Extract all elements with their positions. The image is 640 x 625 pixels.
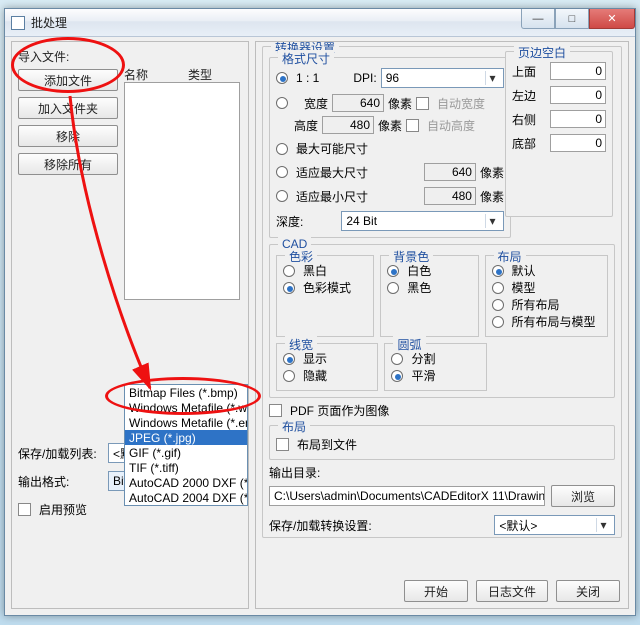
depth-label: 深度:	[276, 213, 303, 230]
chevron-down-icon: ▾	[485, 214, 499, 228]
auto-width-checkbox[interactable]	[416, 97, 429, 110]
layout-all-radio[interactable]	[492, 299, 504, 311]
output-format-dropdown[interactable]: Bitmap Files (*.bmp) Windows Metafile (*…	[124, 384, 248, 506]
color-bw-radio[interactable]	[283, 265, 295, 277]
output-dir-input[interactable]: C:\Users\admin\Documents\CADEditorX 11\D…	[269, 486, 545, 506]
app-icon	[11, 16, 25, 30]
width-input[interactable]: 640	[332, 94, 384, 112]
enable-preview-label: 启用预览	[39, 501, 87, 518]
format-option[interactable]: Bitmap Files (*.bmp)	[125, 385, 247, 400]
layout-model-radio[interactable]	[492, 282, 504, 294]
output-format-label: 输出格式:	[18, 473, 104, 490]
max-possible-radio[interactable]	[276, 143, 288, 155]
import-label: 导入文件:	[18, 48, 242, 65]
layouts-to-file-checkbox[interactable]	[276, 438, 289, 451]
start-button[interactable]: 开始	[404, 580, 468, 602]
save-list-label: 保存/加载列表:	[18, 445, 104, 462]
format-option[interactable]: AutoCAD 2000 DXF (*.dx	[125, 475, 247, 490]
save-settings-select[interactable]: <默认> ▾	[494, 515, 615, 535]
format-option[interactable]: TIF (*.tiff)	[125, 460, 247, 475]
remove-button[interactable]: 移除	[18, 125, 118, 147]
auto-height-checkbox[interactable]	[406, 119, 419, 132]
chevron-down-icon: ▾	[596, 518, 610, 532]
dpi-select[interactable]: 96 ▾	[381, 68, 504, 88]
add-folder-button[interactable]: 加入文件夹	[18, 97, 118, 119]
batch-dialog: 批处理 — □ ✕ 导入文件: 添加文件 加入文件夹 移除 移除所有 名称 类型	[4, 8, 636, 616]
file-list[interactable]	[124, 82, 240, 300]
fit-max-input[interactable]: 640	[424, 163, 476, 181]
custom-size-radio[interactable]	[276, 97, 288, 109]
close-dialog-button[interactable]: 关闭	[556, 580, 620, 602]
layout-all-model-radio[interactable]	[492, 316, 504, 328]
format-option[interactable]: GIF (*.gif)	[125, 445, 247, 460]
ratio-11-radio[interactable]	[276, 72, 288, 84]
fit-min-input[interactable]: 480	[424, 187, 476, 205]
line-show-radio[interactable]	[283, 353, 295, 365]
bg-white-radio[interactable]	[387, 265, 399, 277]
format-size-legend: 格式尺寸	[278, 50, 334, 67]
col-type: 类型	[188, 66, 212, 83]
fit-min-radio[interactable]	[276, 190, 288, 202]
left-panel: 导入文件: 添加文件 加入文件夹 移除 移除所有 名称 类型 保存/加载列表: …	[11, 41, 249, 609]
save-settings-label: 保存/加载转换设置:	[269, 517, 372, 534]
output-dir-label: 输出目录:	[269, 464, 320, 481]
format-option[interactable]: Windows Metafile (*.em	[125, 415, 247, 430]
bg-black-radio[interactable]	[387, 282, 399, 294]
pdf-as-image-checkbox[interactable]	[269, 404, 282, 417]
browse-button[interactable]: 浏览	[551, 485, 615, 507]
margins-legend: 页边空白	[514, 44, 570, 61]
format-option[interactable]: AutoCAD 2004 DXF (*.dx	[125, 490, 247, 505]
margin-right-input[interactable]: 0	[550, 110, 606, 128]
margin-bottom-input[interactable]: 0	[550, 134, 606, 152]
height-input[interactable]: 480	[322, 116, 374, 134]
arc-smooth-radio[interactable]	[391, 370, 403, 382]
maximize-button[interactable]: □	[555, 9, 589, 29]
margin-left-input[interactable]: 0	[550, 86, 606, 104]
col-name: 名称	[124, 66, 148, 83]
fit-max-radio[interactable]	[276, 166, 288, 178]
layouts-out-legend: 布局	[278, 418, 310, 435]
line-hide-radio[interactable]	[283, 370, 295, 382]
titlebar[interactable]: 批处理 — □ ✕	[5, 9, 635, 37]
depth-select[interactable]: 24 Bit ▾	[341, 211, 504, 231]
add-file-button[interactable]: 添加文件	[18, 69, 118, 91]
log-button[interactable]: 日志文件	[476, 580, 548, 602]
remove-all-button[interactable]: 移除所有	[18, 153, 118, 175]
minimize-button[interactable]: —	[521, 9, 555, 29]
arc-split-radio[interactable]	[391, 353, 403, 365]
format-option[interactable]: Windows Metafile (*.wm	[125, 400, 247, 415]
dpi-label: DPI:	[353, 71, 376, 85]
color-mode-radio[interactable]	[283, 282, 295, 294]
close-button[interactable]: ✕	[589, 9, 635, 29]
layout-default-radio[interactable]	[492, 265, 504, 277]
enable-preview-checkbox[interactable]	[18, 503, 31, 516]
format-option-selected[interactable]: JPEG (*.jpg)	[125, 430, 247, 445]
chevron-down-icon: ▾	[485, 71, 499, 85]
right-panel: 转换器设置 格式尺寸 1 : 1 DPI: 96 ▾	[255, 41, 629, 609]
window-title: 批处理	[31, 14, 67, 31]
margin-top-input[interactable]: 0	[550, 62, 606, 80]
